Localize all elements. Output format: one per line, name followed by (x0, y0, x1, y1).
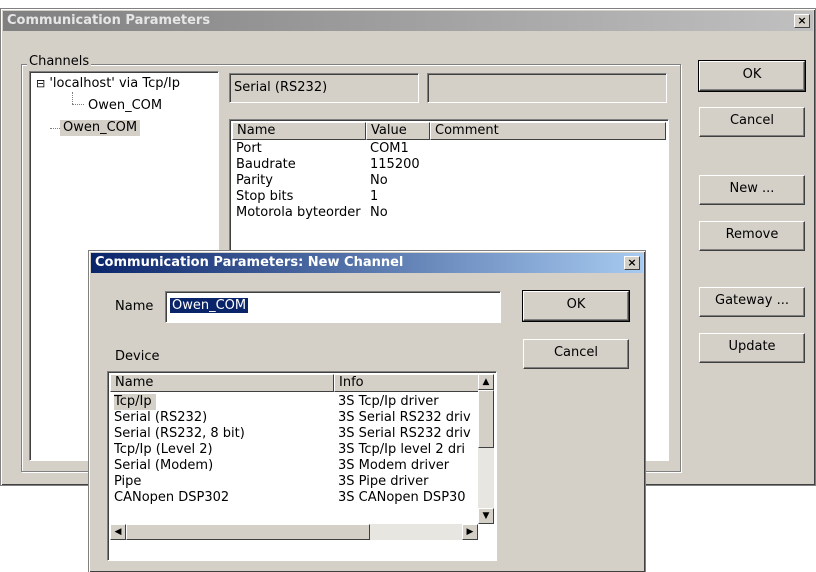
device-row[interactable]: Tcp/Ip (114, 394, 156, 410)
cancel-button[interactable]: Cancel (699, 107, 805, 137)
name-input[interactable]: Owen_COM (165, 291, 501, 323)
param-name: Port (236, 141, 262, 156)
dialog-titlebar: Communication Parameters: New Channel × (91, 253, 643, 273)
scroll-down-icon[interactable]: ▼ (478, 508, 494, 524)
param-name: Stop bits (236, 189, 294, 204)
device-list[interactable]: Name Info Tcp/Ip 3S Tcp/Ip driver Serial… (107, 371, 497, 561)
device-info: 3S Tcp/Ip level 2 dri (338, 442, 466, 457)
tree-connector (72, 92, 73, 104)
params-header-value[interactable]: Value (366, 122, 430, 140)
device-row[interactable]: Serial (Modem) (114, 458, 213, 474)
scroll-right-icon[interactable]: ▶ (462, 524, 478, 540)
param-value[interactable]: 1 (370, 189, 378, 205)
horizontal-scrollbar[interactable]: ◀ ▶ (110, 524, 478, 540)
tree-connector (50, 128, 60, 129)
params-header-name[interactable]: Name (232, 122, 366, 140)
param-name: Parity (236, 173, 273, 188)
param-value[interactable]: 115200 (370, 157, 420, 173)
name-label: Name (115, 299, 154, 314)
new-channel-dialog: Communication Parameters: New Channel × … (88, 250, 646, 572)
device-header-info[interactable]: Info (334, 374, 480, 392)
param-value[interactable]: COM1 (370, 141, 409, 157)
device-row[interactable]: CANopen DSP302 (114, 490, 229, 506)
device-info: 3S Pipe driver (338, 474, 429, 489)
main-title: Communication Parameters (7, 13, 211, 28)
update-button[interactable]: Update (699, 333, 805, 363)
scroll-thumb[interactable] (478, 390, 494, 448)
tree-item-localhost[interactable]: ⊟ 'localhost' via Tcp/Ip (36, 76, 180, 92)
param-name: Motorola byteorder (236, 205, 361, 220)
device-info: 3S Tcp/Ip driver (338, 394, 439, 409)
gateway-button[interactable]: Gateway ... (699, 287, 805, 317)
param-value[interactable]: No (370, 173, 388, 189)
remove-button[interactable]: Remove (699, 221, 805, 251)
channels-group-label: Channels (27, 54, 92, 69)
dialog-title: Communication Parameters: New Channel (95, 255, 404, 270)
new-button[interactable]: New ... (699, 175, 805, 205)
ok-button[interactable]: OK (698, 60, 806, 92)
hscroll-thumb[interactable] (126, 524, 370, 540)
dialog-ok-button[interactable]: OK (522, 290, 630, 322)
tree-connector (72, 104, 84, 105)
tree-item-owen-com[interactable]: Owen_COM (60, 120, 141, 136)
param-name: Baudrate (236, 157, 296, 172)
channel-extra-field (427, 73, 667, 103)
device-row[interactable]: Serial (RS232, 8 bit) (114, 426, 245, 442)
name-input-value: Owen_COM (170, 298, 249, 313)
dialog-close-icon[interactable]: × (624, 256, 640, 270)
device-row[interactable]: Tcp/Ip (Level 2) (114, 442, 213, 458)
device-row[interactable]: Serial (RS232) (114, 410, 207, 426)
close-icon[interactable]: × (794, 14, 810, 28)
tree-expander-icon[interactable]: ⊟ (36, 77, 45, 90)
device-header-name[interactable]: Name (110, 374, 334, 392)
main-titlebar: Communication Parameters × (3, 11, 813, 31)
scroll-left-icon[interactable]: ◀ (110, 524, 126, 540)
device-info: 3S Modem driver (338, 458, 450, 473)
tree-item-owen-com-child[interactable]: Owen_COM (88, 98, 162, 114)
channel-type-field: Serial (RS232) (229, 73, 419, 103)
device-info: 3S CANopen DSP30 (338, 490, 466, 505)
scroll-up-icon[interactable]: ▲ (478, 374, 494, 390)
dialog-cancel-button[interactable]: Cancel (523, 339, 629, 369)
params-header-comment[interactable]: Comment (430, 122, 666, 140)
device-info: 3S Serial RS232 driv (338, 410, 471, 425)
device-info: 3S Serial RS232 driv (338, 426, 471, 441)
param-value[interactable]: No (370, 205, 388, 221)
device-row[interactable]: Pipe (114, 474, 141, 490)
vertical-scrollbar[interactable]: ▲ ▼ (478, 374, 494, 524)
device-label: Device (115, 349, 160, 364)
